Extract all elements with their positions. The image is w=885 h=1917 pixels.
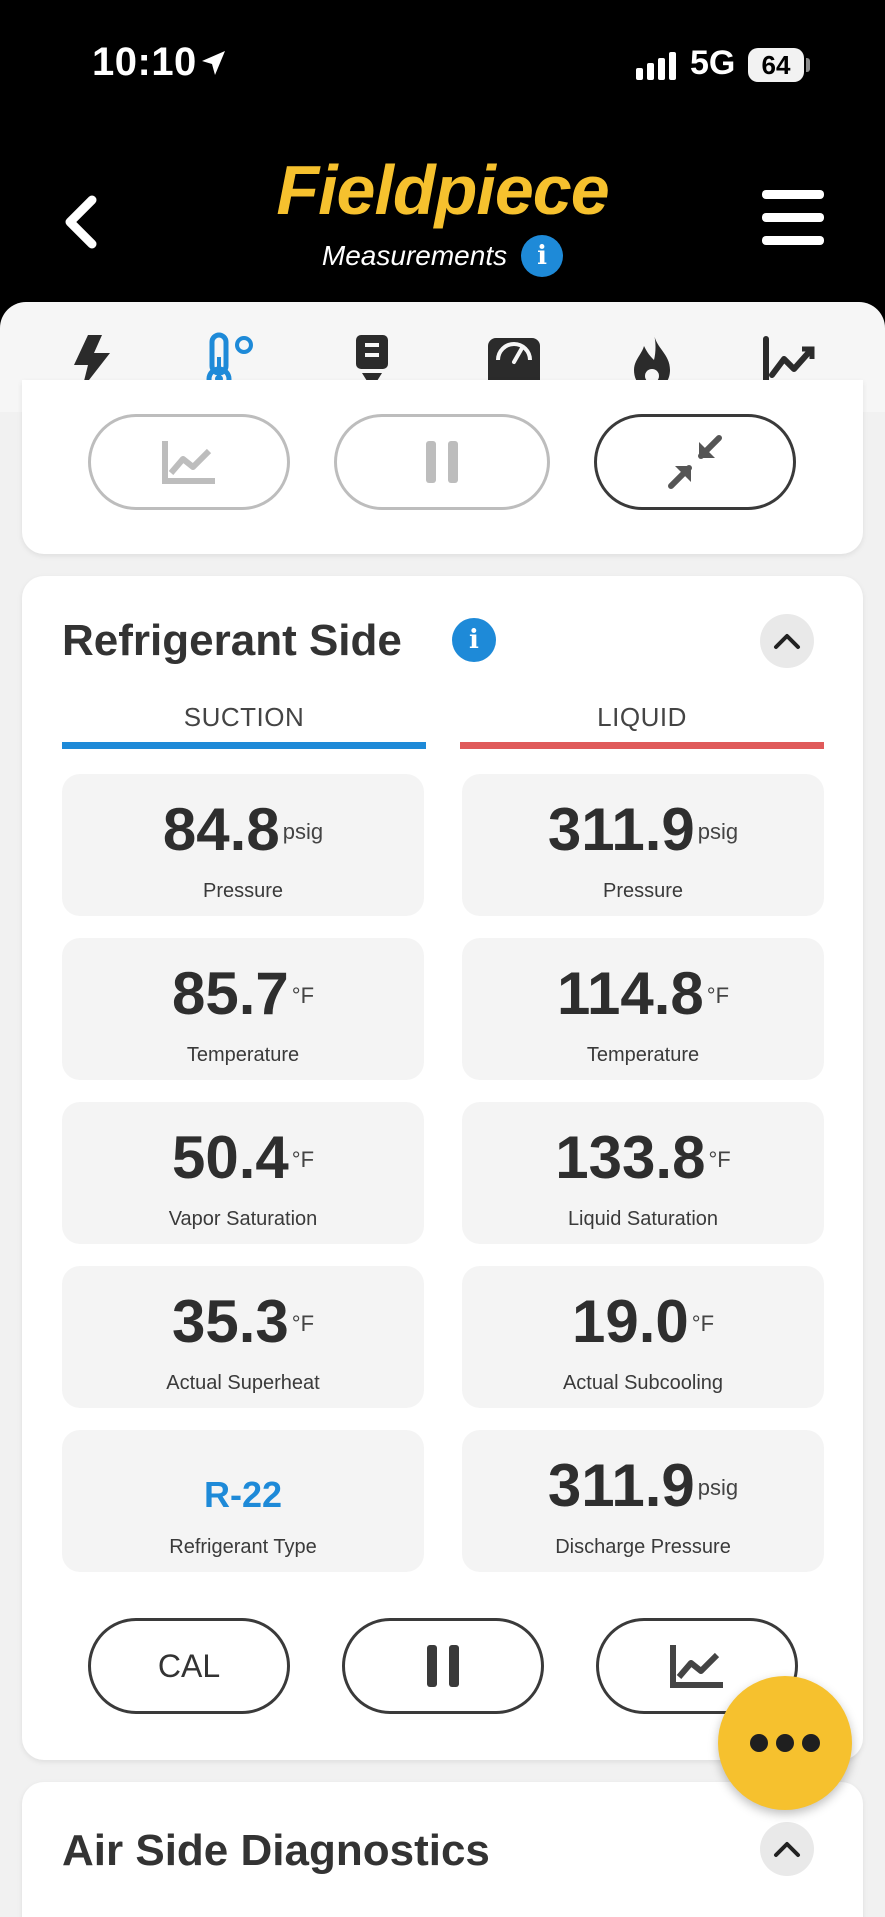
liquid-temperature-tile[interactable]: 114.8 °F Temperature	[462, 938, 824, 1080]
suction-pressure-tile[interactable]: 84.8 psig Pressure	[62, 774, 424, 916]
measurement-value: 35.3	[171, 1288, 289, 1355]
actual-subcooling-tile[interactable]: 19.0 °F Actual Subcooling	[462, 1266, 824, 1408]
liquid-bar	[460, 742, 824, 749]
chevron-up-icon	[774, 634, 800, 649]
refrigerant-type-value: R-22	[203, 1474, 283, 1515]
refrigerant-type-tile[interactable]: R-22 Refrigerant Type	[62, 1430, 424, 1572]
brand-logo: Fieldpiece	[276, 151, 609, 229]
battery-tip	[806, 58, 810, 72]
measurement-label: Actual Superheat	[166, 1372, 320, 1394]
collapse-section-button[interactable]	[760, 614, 814, 668]
measurement-value: 50.4	[171, 1124, 289, 1191]
hamburger-menu-icon[interactable]	[762, 190, 824, 246]
measurement-unit: °F	[291, 1147, 315, 1172]
cal-button[interactable]: CAL	[88, 1618, 290, 1714]
location-arrow-icon	[202, 51, 225, 75]
measurement-value: 19.0	[571, 1288, 689, 1355]
info-icon[interactable]: i	[521, 235, 564, 277]
more-options-button[interactable]	[718, 1676, 852, 1810]
measurement-label: Vapor Saturation	[168, 1208, 318, 1230]
section-title: Refrigerant Side	[62, 616, 402, 665]
measurement-label: Discharge Pressure	[555, 1536, 731, 1558]
measurement-value: 114.8	[556, 960, 704, 1027]
measurement-unit: °F	[706, 983, 730, 1008]
status-time: 10:10	[92, 40, 197, 84]
chevron-up-icon	[774, 1842, 800, 1857]
refrigerant-side-card: Refrigerant Side i SUCTION LIQUID 84.8 ps…	[22, 576, 863, 1760]
measurement-value: 311.9	[547, 1452, 695, 1519]
vapor-saturation-tile[interactable]: 50.4 °F Vapor Saturation	[62, 1102, 424, 1244]
graph-button[interactable]	[88, 414, 290, 510]
pause-icon	[427, 1645, 459, 1687]
measurement-label: Liquid Saturation	[567, 1208, 719, 1230]
dot	[776, 1734, 794, 1752]
suction-bar	[62, 742, 426, 749]
info-icon[interactable]: i	[452, 618, 496, 662]
cal-button-label: CAL	[157, 1647, 221, 1684]
battery-level: 64	[748, 48, 804, 82]
measurement-value: 85.7	[171, 960, 289, 1027]
trend-chart-icon	[162, 441, 215, 484]
measurement-unit: psig	[697, 1475, 739, 1500]
measurement-label: Temperature	[586, 1044, 700, 1066]
page-subtitle: Measurements	[321, 240, 508, 271]
app-screen: 10:10 5G 64 Fieldpiece Measurements i Re…	[0, 0, 885, 1917]
measurement-unit: °F	[291, 1311, 315, 1336]
pause-icon	[426, 441, 458, 483]
measurement-label: Pressure	[602, 880, 684, 902]
shrink-arrows-icon	[668, 435, 722, 489]
measurement-label: Actual Subcooling	[562, 1372, 724, 1394]
measurement-value: 133.8	[555, 1124, 706, 1191]
collapse-section-button[interactable]	[760, 1822, 814, 1876]
measurement-unit: °F	[291, 983, 315, 1008]
previous-card	[22, 380, 863, 554]
discharge-pressure-tile[interactable]: 311.9 psig Discharge Pressure	[462, 1430, 824, 1572]
measurement-value: 84.8	[162, 796, 280, 863]
measurement-value: 311.9	[547, 796, 695, 863]
network-type: 5G	[690, 44, 736, 82]
dot	[750, 1734, 768, 1752]
measurement-unit: °F	[691, 1311, 715, 1336]
top-header: 10:10 5G 64 Fieldpiece Measurements i	[0, 0, 885, 340]
measurement-unit: °F	[708, 1147, 731, 1172]
page-subtitle-row: Measurements i	[0, 235, 885, 277]
measurement-label: Refrigerant Type	[169, 1536, 317, 1558]
trend-chart-icon	[670, 1645, 723, 1688]
measurement-unit: psig	[282, 819, 324, 844]
signal-strength-icon	[636, 52, 676, 80]
suction-header: SUCTION	[183, 702, 305, 732]
dot	[802, 1734, 820, 1752]
measurement-label: Pressure	[202, 880, 284, 902]
liquid-header: LIQUID	[597, 702, 687, 732]
section-title: Air Side Diagnostics	[62, 1826, 490, 1875]
collapse-view-button[interactable]	[594, 414, 796, 510]
liquid-saturation-tile[interactable]: 133.8 °F Liquid Saturation	[462, 1102, 824, 1244]
suction-temperature-tile[interactable]: 85.7 °F Temperature	[62, 938, 424, 1080]
actual-superheat-tile[interactable]: 35.3 °F Actual Superheat	[62, 1266, 424, 1408]
measurement-unit: psig	[697, 819, 739, 844]
pause-button[interactable]	[342, 1618, 544, 1714]
air-side-card: Air Side Diagnostics	[22, 1782, 863, 1917]
liquid-pressure-tile[interactable]: 311.9 psig Pressure	[462, 774, 824, 916]
pause-button[interactable]	[334, 414, 550, 510]
measurement-label: Temperature	[186, 1044, 300, 1066]
